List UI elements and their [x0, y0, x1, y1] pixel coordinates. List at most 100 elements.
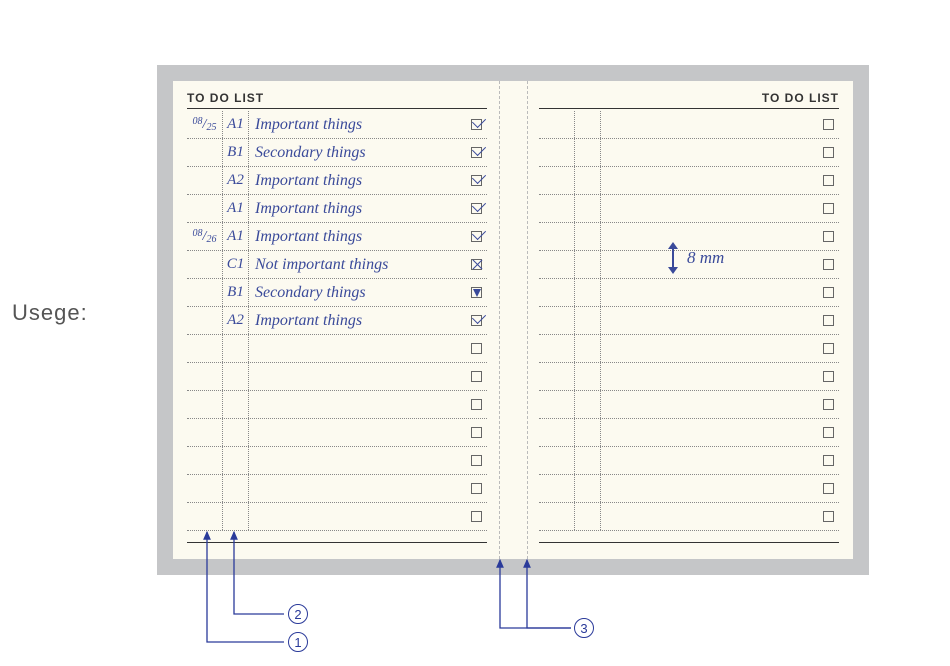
list-row — [187, 475, 487, 503]
task-cell: Important things — [249, 312, 465, 330]
list-row — [539, 335, 839, 363]
list-row — [539, 503, 839, 531]
checkbox-icon — [823, 399, 834, 410]
list-row — [539, 167, 839, 195]
list-row — [539, 447, 839, 475]
date-cell — [539, 391, 575, 418]
check-cell — [465, 259, 487, 270]
check-cell — [817, 231, 839, 242]
check-cell — [817, 147, 839, 158]
date-cell — [539, 111, 575, 138]
list-row — [187, 363, 487, 391]
priority-cell — [575, 363, 601, 390]
checkbox-icon — [823, 343, 834, 354]
check-cell — [465, 511, 487, 522]
left-header: TO DO LIST — [187, 91, 487, 109]
check-cell — [465, 287, 487, 298]
date-cell — [539, 139, 575, 166]
check-cell — [465, 203, 487, 214]
priority-cell: C1 — [223, 251, 249, 278]
priority-cell — [575, 391, 601, 418]
priority-cell: A1 — [223, 223, 249, 250]
checkbox-icon — [823, 203, 834, 214]
list-row — [187, 419, 487, 447]
list-row — [539, 475, 839, 503]
date-cell — [187, 447, 223, 474]
priority-cell — [223, 475, 249, 502]
task-cell: Important things — [249, 116, 465, 134]
date-cell — [539, 223, 575, 250]
date-cell — [187, 503, 223, 530]
priority-cell — [575, 279, 601, 306]
list-row: 08/26A1Important things — [187, 223, 487, 251]
task-cell: Important things — [249, 172, 465, 190]
callout-3-number: 3 — [574, 618, 594, 638]
priority-cell — [575, 139, 601, 166]
task-cell: Secondary things — [249, 284, 465, 302]
checkbox-icon — [471, 231, 482, 242]
check-cell — [465, 231, 487, 242]
date-cell — [187, 195, 223, 222]
check-cell — [817, 175, 839, 186]
priority-cell — [575, 447, 601, 474]
checkbox-icon — [471, 511, 482, 522]
notebook: TO DO LIST 08/25A1Important thingsB1Seco… — [173, 81, 853, 559]
list-row: 08/25A1Important things — [187, 111, 487, 139]
list-row — [539, 391, 839, 419]
check-cell — [817, 287, 839, 298]
priority-cell — [575, 419, 601, 446]
priority-cell — [223, 447, 249, 474]
check-cell — [465, 119, 487, 130]
checkbox-icon — [823, 231, 834, 242]
check-cell — [465, 483, 487, 494]
priority-cell — [223, 391, 249, 418]
check-cell — [817, 483, 839, 494]
date-cell — [187, 419, 223, 446]
checkbox-icon — [471, 203, 482, 214]
list-row: B1Secondary things — [187, 139, 487, 167]
priority-cell — [223, 419, 249, 446]
date-cell — [187, 279, 223, 306]
date-cell — [187, 167, 223, 194]
callout-3: 3 — [574, 618, 594, 638]
check-cell — [817, 455, 839, 466]
priority-cell: A2 — [223, 307, 249, 334]
list-row — [187, 503, 487, 531]
list-row — [539, 139, 839, 167]
priority-cell — [575, 335, 601, 362]
priority-cell — [575, 111, 601, 138]
checkbox-icon — [471, 259, 482, 270]
priority-cell — [575, 223, 601, 250]
check-cell — [465, 315, 487, 326]
checkbox-icon — [823, 371, 834, 382]
checkbox-icon — [823, 511, 834, 522]
checkbox-icon — [471, 147, 482, 158]
left-rows: 08/25A1Important thingsB1Secondary thing… — [187, 111, 487, 531]
date-cell — [539, 195, 575, 222]
date-cell — [539, 447, 575, 474]
list-row — [539, 307, 839, 335]
checkbox-icon — [823, 483, 834, 494]
list-row — [539, 279, 839, 307]
right-rows — [539, 111, 839, 531]
checkbox-icon — [471, 455, 482, 466]
check-cell — [465, 343, 487, 354]
task-cell: Important things — [249, 200, 465, 218]
check-cell — [817, 371, 839, 382]
check-cell — [817, 399, 839, 410]
priority-cell: B1 — [223, 139, 249, 166]
checkbox-icon — [471, 175, 482, 186]
check-cell — [817, 511, 839, 522]
date-cell — [187, 307, 223, 334]
checkbox-icon — [471, 287, 482, 298]
list-row — [539, 111, 839, 139]
list-row — [539, 419, 839, 447]
checkbox-icon — [823, 259, 834, 270]
checkbox-icon — [823, 455, 834, 466]
date-cell — [539, 307, 575, 334]
date-cell — [187, 475, 223, 502]
date-cell — [187, 335, 223, 362]
usage-label: Usege: — [12, 300, 88, 326]
list-row: C1Not important things — [187, 251, 487, 279]
check-cell — [465, 371, 487, 382]
